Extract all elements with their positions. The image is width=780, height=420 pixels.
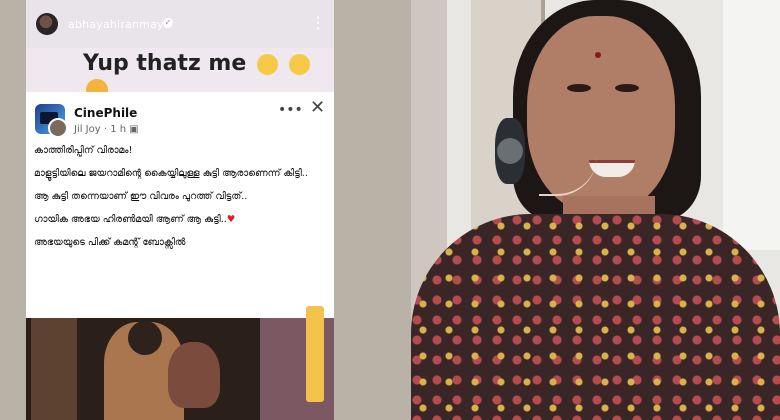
post-time: 1 h <box>110 124 127 135</box>
thumbnail-head <box>128 321 162 355</box>
verified-icon: ✓ <box>163 18 173 28</box>
photo-kurta <box>411 214 780 420</box>
post-line-4: ഗായിക അഭയ ഹിരൺമയി ആണ് ആ കുട്ടി..♥ <box>34 213 324 227</box>
thumbnail-child <box>168 342 220 408</box>
heart-icon: ♥ <box>226 214 236 225</box>
post-line-1: കാത്തിരിപ്പിന് വിരാമം! <box>34 145 133 156</box>
photo-earring <box>495 118 525 184</box>
story-header: abhayahiranmayi ✓ ⋮ <box>26 0 334 48</box>
card-more-icon[interactable]: ••• <box>278 102 303 118</box>
photo-left-eye <box>567 84 591 92</box>
story-sticker <box>306 306 324 402</box>
post-meta: Jil Joy · 1 h ▣ <box>74 124 139 135</box>
photo-window <box>723 0 780 250</box>
post-line-5: അഭയയുടെ പിക്ക് കമന്റ് ബോക്സിൽ <box>34 237 186 248</box>
page-name[interactable]: CinePhile <box>74 106 137 120</box>
post-body: കാത്തിരിപ്പിന് വിരാമം! മാളൂട്ടിയിലെ ജയറാ… <box>34 144 324 259</box>
portrait-photo <box>411 0 780 420</box>
audience-icon: ▣ <box>129 124 139 135</box>
user-avatar[interactable] <box>36 13 58 35</box>
thumbnail-door <box>31 318 77 420</box>
smile-icon <box>256 53 278 75</box>
shared-post-card[interactable]: CinePhile Jil Joy · 1 h ▣ ••• ✕ കാത്തിരി… <box>26 92 334 318</box>
post-author[interactable]: Jil Joy <box>74 124 101 135</box>
author-avatar[interactable] <box>48 118 68 138</box>
close-icon[interactable]: ✕ <box>310 97 325 118</box>
post-line-2: മാളൂട്ടിയിലെ ജയറാമിന്റെ കൈയ്യിലുള്ള കുട്… <box>34 168 308 179</box>
grin-icon <box>288 53 310 75</box>
story-username[interactable]: abhayahiranmayi <box>68 18 167 31</box>
photo-bindi <box>595 52 601 58</box>
post-line-4-text: ഗായിക അഭയ ഹിരൺമയി ആണ് ആ കുട്ടി.. <box>34 214 227 225</box>
video-thumbnail[interactable] <box>26 318 334 420</box>
post-line-3: ആ കുട്ടി തന്നെയാണ് ഈ വിവരം പുറത്ത് വിട്ട… <box>34 191 248 202</box>
story-more-icon[interactable]: ⋮ <box>310 13 326 32</box>
story-caption-text: Yup thatz me <box>83 51 247 76</box>
instagram-story: abhayahiranmayi ✓ ⋮ Yup thatz me CinePhi… <box>26 0 334 420</box>
photo-right-eye <box>615 84 639 92</box>
